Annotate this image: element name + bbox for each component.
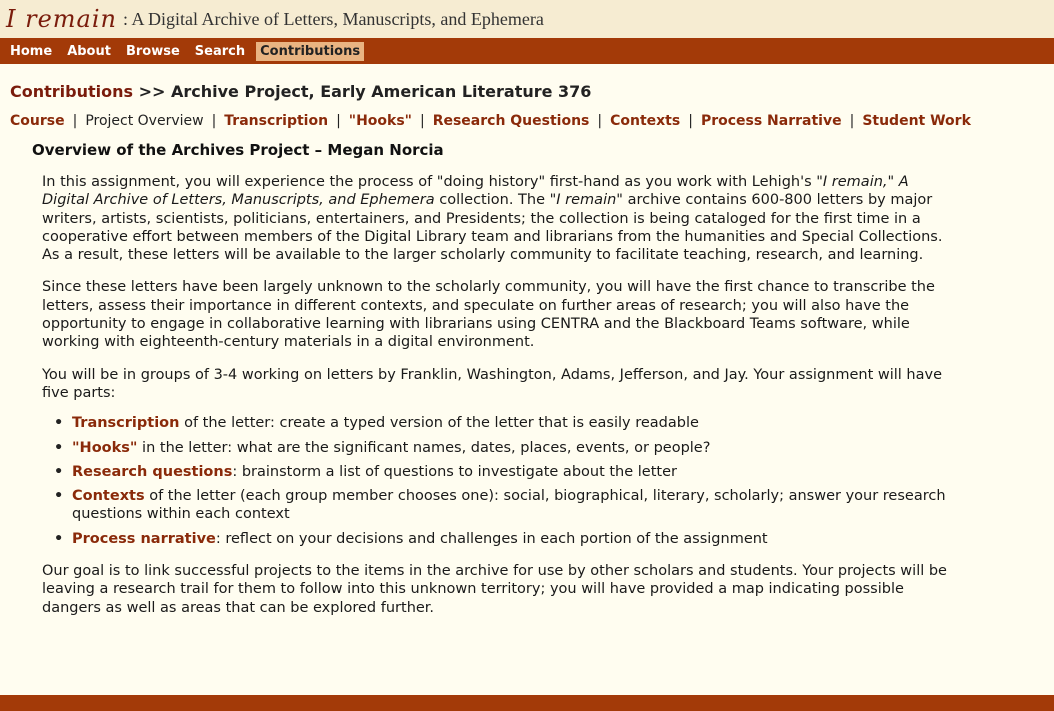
nav-about[interactable]: About — [63, 42, 115, 61]
assignment-parts-list: • Transcription of the letter: create a t… — [42, 414, 947, 548]
list-item: • Transcription of the letter: create a t… — [54, 415, 699, 432]
list-item: • "Hooks" in the letter: what are the sig… — [54, 439, 711, 456]
footer-bar — [0, 695, 1054, 711]
bullet-icon: • — [54, 488, 64, 505]
overview-body: In this assignment, you will experience … — [42, 173, 947, 617]
bullet-icon: • — [54, 530, 64, 547]
subnav-research-questions[interactable]: Research Questions — [433, 113, 590, 129]
section-title: Overview of the Archives Project – Megan… — [32, 141, 444, 159]
paragraph-opportunity: Since these letters have been largely un… — [42, 279, 935, 351]
list-item: • Research questions: brainstorm a list o… — [54, 463, 677, 480]
transcription-link[interactable]: Transcription — [72, 415, 179, 431]
project-subnav: Course | Project Overview | Transcription | "H… — [10, 113, 971, 129]
site-title: : A Digital Archive of Letters, Manuscri… — [122, 8, 544, 29]
process-narrative-link[interactable]: Process narrative — [72, 531, 216, 547]
list-item: • Contexts of the letter (each group memb… — [54, 488, 946, 523]
subnav-transcription[interactable]: Transcription — [224, 113, 328, 129]
paragraph-groups: You will be in groups of 3-4 working on … — [42, 366, 943, 401]
paragraph-goal: Our goal is to link successful projects … — [42, 563, 947, 616]
subnav-course[interactable]: Course — [10, 113, 65, 129]
nav-search[interactable]: Search — [191, 42, 249, 61]
bullet-icon: • — [54, 415, 64, 432]
research-questions-link[interactable]: Research questions — [72, 464, 232, 480]
bullet-icon: • — [54, 463, 64, 480]
paragraph-intro: In this assignment, you will experience … — [42, 174, 943, 264]
hooks-link[interactable]: "Hooks" — [72, 440, 137, 456]
breadcrumb-current: >> Archive Project, Early American Liter… — [133, 82, 592, 101]
subnav-student-work[interactable]: Student Work — [862, 113, 971, 129]
subnav-hooks[interactable]: "Hooks" — [349, 113, 412, 129]
contexts-link[interactable]: Contexts — [72, 488, 145, 504]
main-nav: Home About Browse Search Contributions — [0, 38, 1054, 64]
site-logo[interactable]: I remain — [6, 5, 117, 33]
subnav-process-narrative[interactable]: Process Narrative — [701, 113, 842, 129]
main-content: Contributions >> Archive Project, Early … — [0, 82, 1054, 617]
nav-browse[interactable]: Browse — [122, 42, 184, 61]
nav-contributions[interactable]: Contributions — [256, 41, 365, 61]
subnav-project-overview: Project Overview — [85, 113, 204, 129]
nav-home[interactable]: Home — [6, 42, 56, 61]
site-header: I remain : A Digital Archive of Letters,… — [0, 0, 1054, 38]
breadcrumb: Contributions >> Archive Project, Early … — [10, 82, 1044, 101]
bullet-icon: • — [54, 439, 64, 456]
subnav-contexts[interactable]: Contexts — [610, 113, 680, 129]
list-item: • Process narrative: reflect on your deci… — [54, 530, 768, 547]
breadcrumb-contributions-link[interactable]: Contributions — [10, 82, 133, 101]
